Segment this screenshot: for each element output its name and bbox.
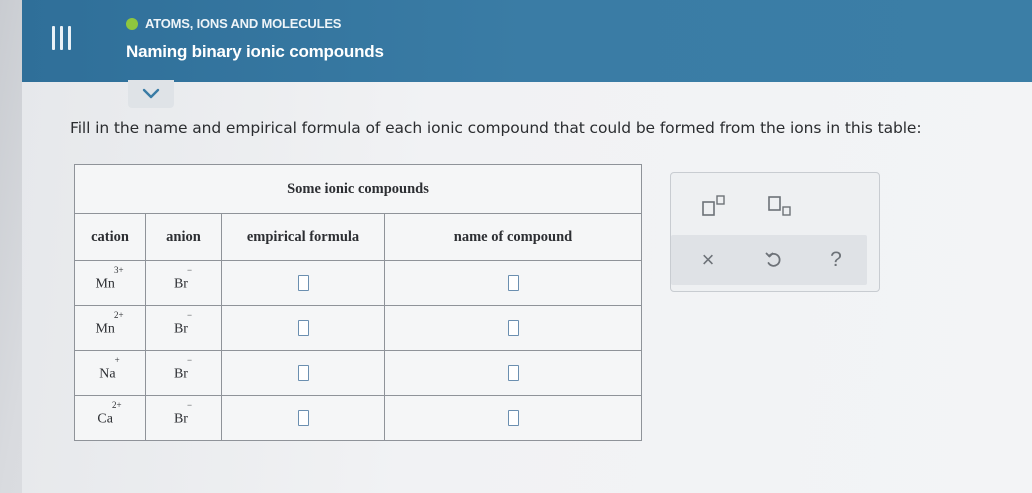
chevron-down-icon: [142, 88, 160, 99]
superscript-box-icon: [702, 195, 725, 216]
anion-symbol: Br: [173, 411, 188, 427]
empirical-formula-input[interactable]: [297, 274, 309, 291]
page-title: Naming binary ionic compounds: [126, 42, 384, 61]
anion-symbol: Br: [173, 366, 188, 382]
breadcrumb: ATOMS, IONS AND MOLECULES: [126, 16, 341, 31]
anion-charge: −: [186, 309, 193, 320]
ionic-compounds-table: Some ionic compounds cation anion empiri…: [74, 164, 642, 441]
cation-charge: 3+: [113, 264, 124, 275]
empirical-formula-input-cell[interactable]: [221, 305, 385, 351]
undo-icon: [765, 252, 781, 267]
compound-name-input-cell[interactable]: [384, 305, 642, 351]
cation-symbol: Na: [99, 366, 116, 382]
empirical-formula-input[interactable]: [297, 364, 309, 381]
empirical-formula-input[interactable]: [297, 409, 309, 426]
empirical-formula-input-cell[interactable]: [221, 395, 385, 441]
cation-charge: 2+: [113, 309, 124, 320]
anion-cell: Br−: [145, 260, 222, 306]
anion-charge: −: [186, 399, 193, 410]
cation-cell: Mn2+: [74, 305, 146, 351]
help-icon: ?: [830, 248, 842, 271]
anion-symbol: Br: [173, 276, 188, 292]
anion-cell: Br−: [145, 305, 222, 351]
column-header-cation: cation: [74, 213, 146, 261]
cation-charge: +: [114, 354, 120, 365]
compound-name-input-cell[interactable]: [384, 395, 642, 441]
anion-symbol: Br: [173, 321, 188, 337]
cation-cell: Ca2+: [74, 395, 146, 441]
close-icon: ×: [701, 247, 715, 272]
undo-button[interactable]: [759, 245, 789, 275]
clear-button[interactable]: ×: [693, 245, 723, 275]
anion-cell: Br−: [145, 350, 222, 396]
formula-tools-actions: × ?: [671, 235, 867, 285]
menu-button[interactable]: [36, 14, 86, 62]
cation-cell: Na+: [74, 350, 146, 396]
table-row: Ca2+ Br−: [74, 395, 642, 441]
collapse-button[interactable]: [128, 80, 174, 108]
screen: ATOMS, IONS AND MOLECULES Naming binary …: [22, 0, 1032, 493]
hamburger-menu-icon: [51, 26, 71, 50]
anion-charge: −: [186, 264, 193, 275]
empirical-formula-input-cell[interactable]: [221, 350, 385, 396]
column-header-anion: anion: [145, 213, 222, 261]
subscript-button[interactable]: [763, 193, 799, 219]
compound-name-input[interactable]: [507, 319, 519, 336]
compound-name-input[interactable]: [507, 364, 519, 381]
table-row: Na+ Br−: [74, 350, 642, 396]
breadcrumb-label: ATOMS, IONS AND MOLECULES: [145, 16, 342, 31]
cation-charge: 2+: [111, 399, 122, 410]
cation-symbol: Mn: [95, 276, 115, 292]
table-row: Mn3+ Br−: [74, 260, 642, 306]
cation-symbol: Ca: [97, 411, 113, 427]
compound-name-input[interactable]: [507, 409, 519, 426]
subscript-box-icon: [768, 196, 791, 216]
compound-name-input-cell[interactable]: [384, 260, 642, 306]
formula-tools-panel: × ?: [670, 172, 880, 292]
question-instruction: Fill in the name and empirical formula o…: [70, 119, 922, 137]
empirical-formula-input[interactable]: [297, 319, 309, 336]
superscript-button[interactable]: [697, 193, 733, 219]
table-row: Mn2+ Br−: [74, 305, 642, 351]
cation-cell: Mn3+: [74, 260, 146, 306]
status-dot-icon: [126, 17, 138, 30]
anion-cell: Br−: [145, 395, 222, 441]
column-header-name-of-compound: name of compound: [384, 213, 642, 261]
compound-name-input-cell[interactable]: [384, 350, 642, 396]
header-bar: ATOMS, IONS AND MOLECULES Naming binary …: [22, 0, 1032, 82]
formula-tools-top: [671, 173, 879, 235]
table-caption: Some ionic compounds: [74, 164, 642, 214]
compound-name-input[interactable]: [507, 274, 519, 291]
cation-symbol: Mn: [95, 321, 115, 337]
column-header-empirical-formula: empirical formula: [221, 213, 385, 261]
help-button[interactable]: ?: [821, 245, 851, 275]
anion-charge: −: [186, 354, 193, 365]
empirical-formula-input-cell[interactable]: [221, 260, 385, 306]
